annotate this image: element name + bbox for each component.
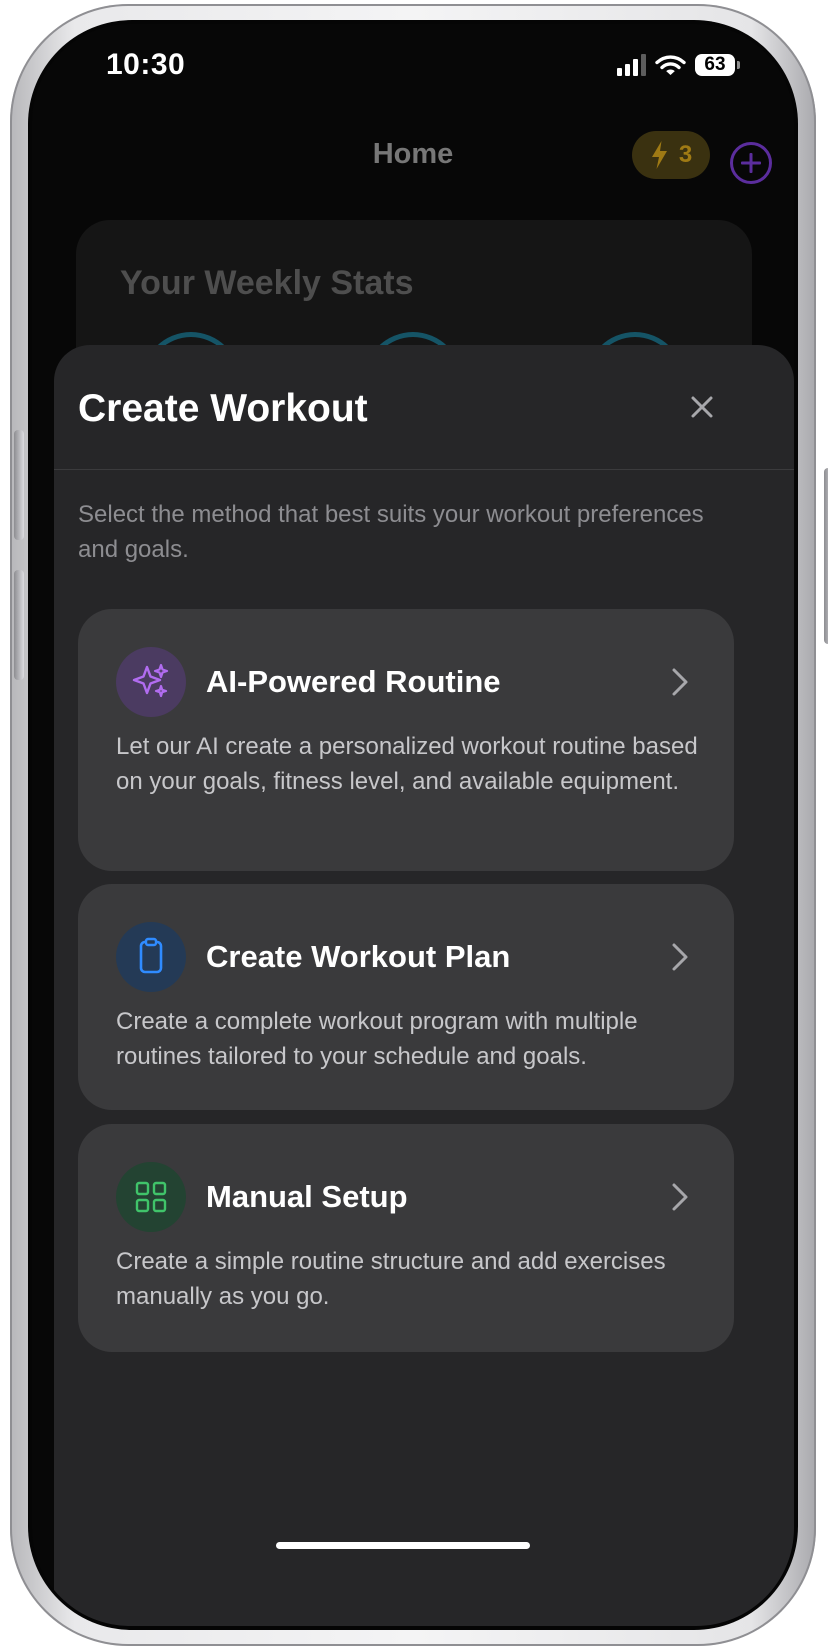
create-workout-plan-option[interactable]: Create Workout Plan Create a complete wo…: [78, 884, 734, 1110]
clipboard-icon: [116, 922, 186, 992]
sheet-title: Create Workout: [78, 387, 368, 430]
battery-icon: 63: [695, 54, 740, 76]
create-workout-sheet: Create Workout Select the method that be…: [54, 345, 794, 1626]
streak-badge[interactable]: 3: [632, 131, 710, 179]
power-button: [824, 468, 828, 644]
status-bar: 10:30 63: [32, 24, 794, 104]
chevron-right-icon: [672, 1183, 688, 1211]
add-button[interactable]: [730, 142, 772, 184]
option-description: Create a simple routine structure and ad…: [116, 1248, 666, 1310]
option-title: AI-Powered Routine: [206, 664, 501, 699]
sheet-divider: [54, 469, 794, 470]
chevron-right-icon: [672, 943, 688, 971]
home-indicator[interactable]: [276, 1542, 530, 1549]
option-description: Let our AI create a personalized workout…: [116, 733, 698, 795]
wifi-icon: [655, 54, 686, 75]
close-button[interactable]: [682, 387, 722, 427]
sparkles-icon: [116, 647, 186, 717]
manual-setup-option[interactable]: Manual Setup Create a simple routine str…: [78, 1124, 734, 1352]
ai-powered-routine-option[interactable]: AI-Powered Routine Let our AI create a p…: [78, 609, 734, 871]
option-title: Create Workout Plan: [206, 939, 511, 974]
streak-count: 3: [678, 141, 693, 168]
cellular-signal-icon: [617, 54, 646, 76]
volume-up-button: [14, 430, 24, 540]
option-description: Create a complete workout program with m…: [116, 1008, 638, 1070]
battery-level: 63: [695, 54, 735, 76]
status-icons: 63: [617, 51, 740, 79]
close-icon: [691, 396, 713, 418]
grid-icon: [116, 1162, 186, 1232]
status-time: 10:30: [106, 48, 186, 81]
option-title: Manual Setup: [206, 1179, 408, 1214]
phone-frame: 10:30 63 Home 3 Your Weekly Stats Create…: [10, 4, 828, 1646]
volume-down-button: [14, 570, 24, 680]
chevron-right-icon: [672, 668, 688, 696]
phone-screen: 10:30 63 Home 3 Your Weekly Stats Create…: [32, 24, 794, 1626]
home-header: Home 3: [32, 114, 794, 184]
sheet-description: Select the method that best suits your w…: [78, 501, 704, 563]
lightning-icon: [651, 141, 667, 169]
weekly-stats-title: Your Weekly Stats: [120, 264, 414, 302]
